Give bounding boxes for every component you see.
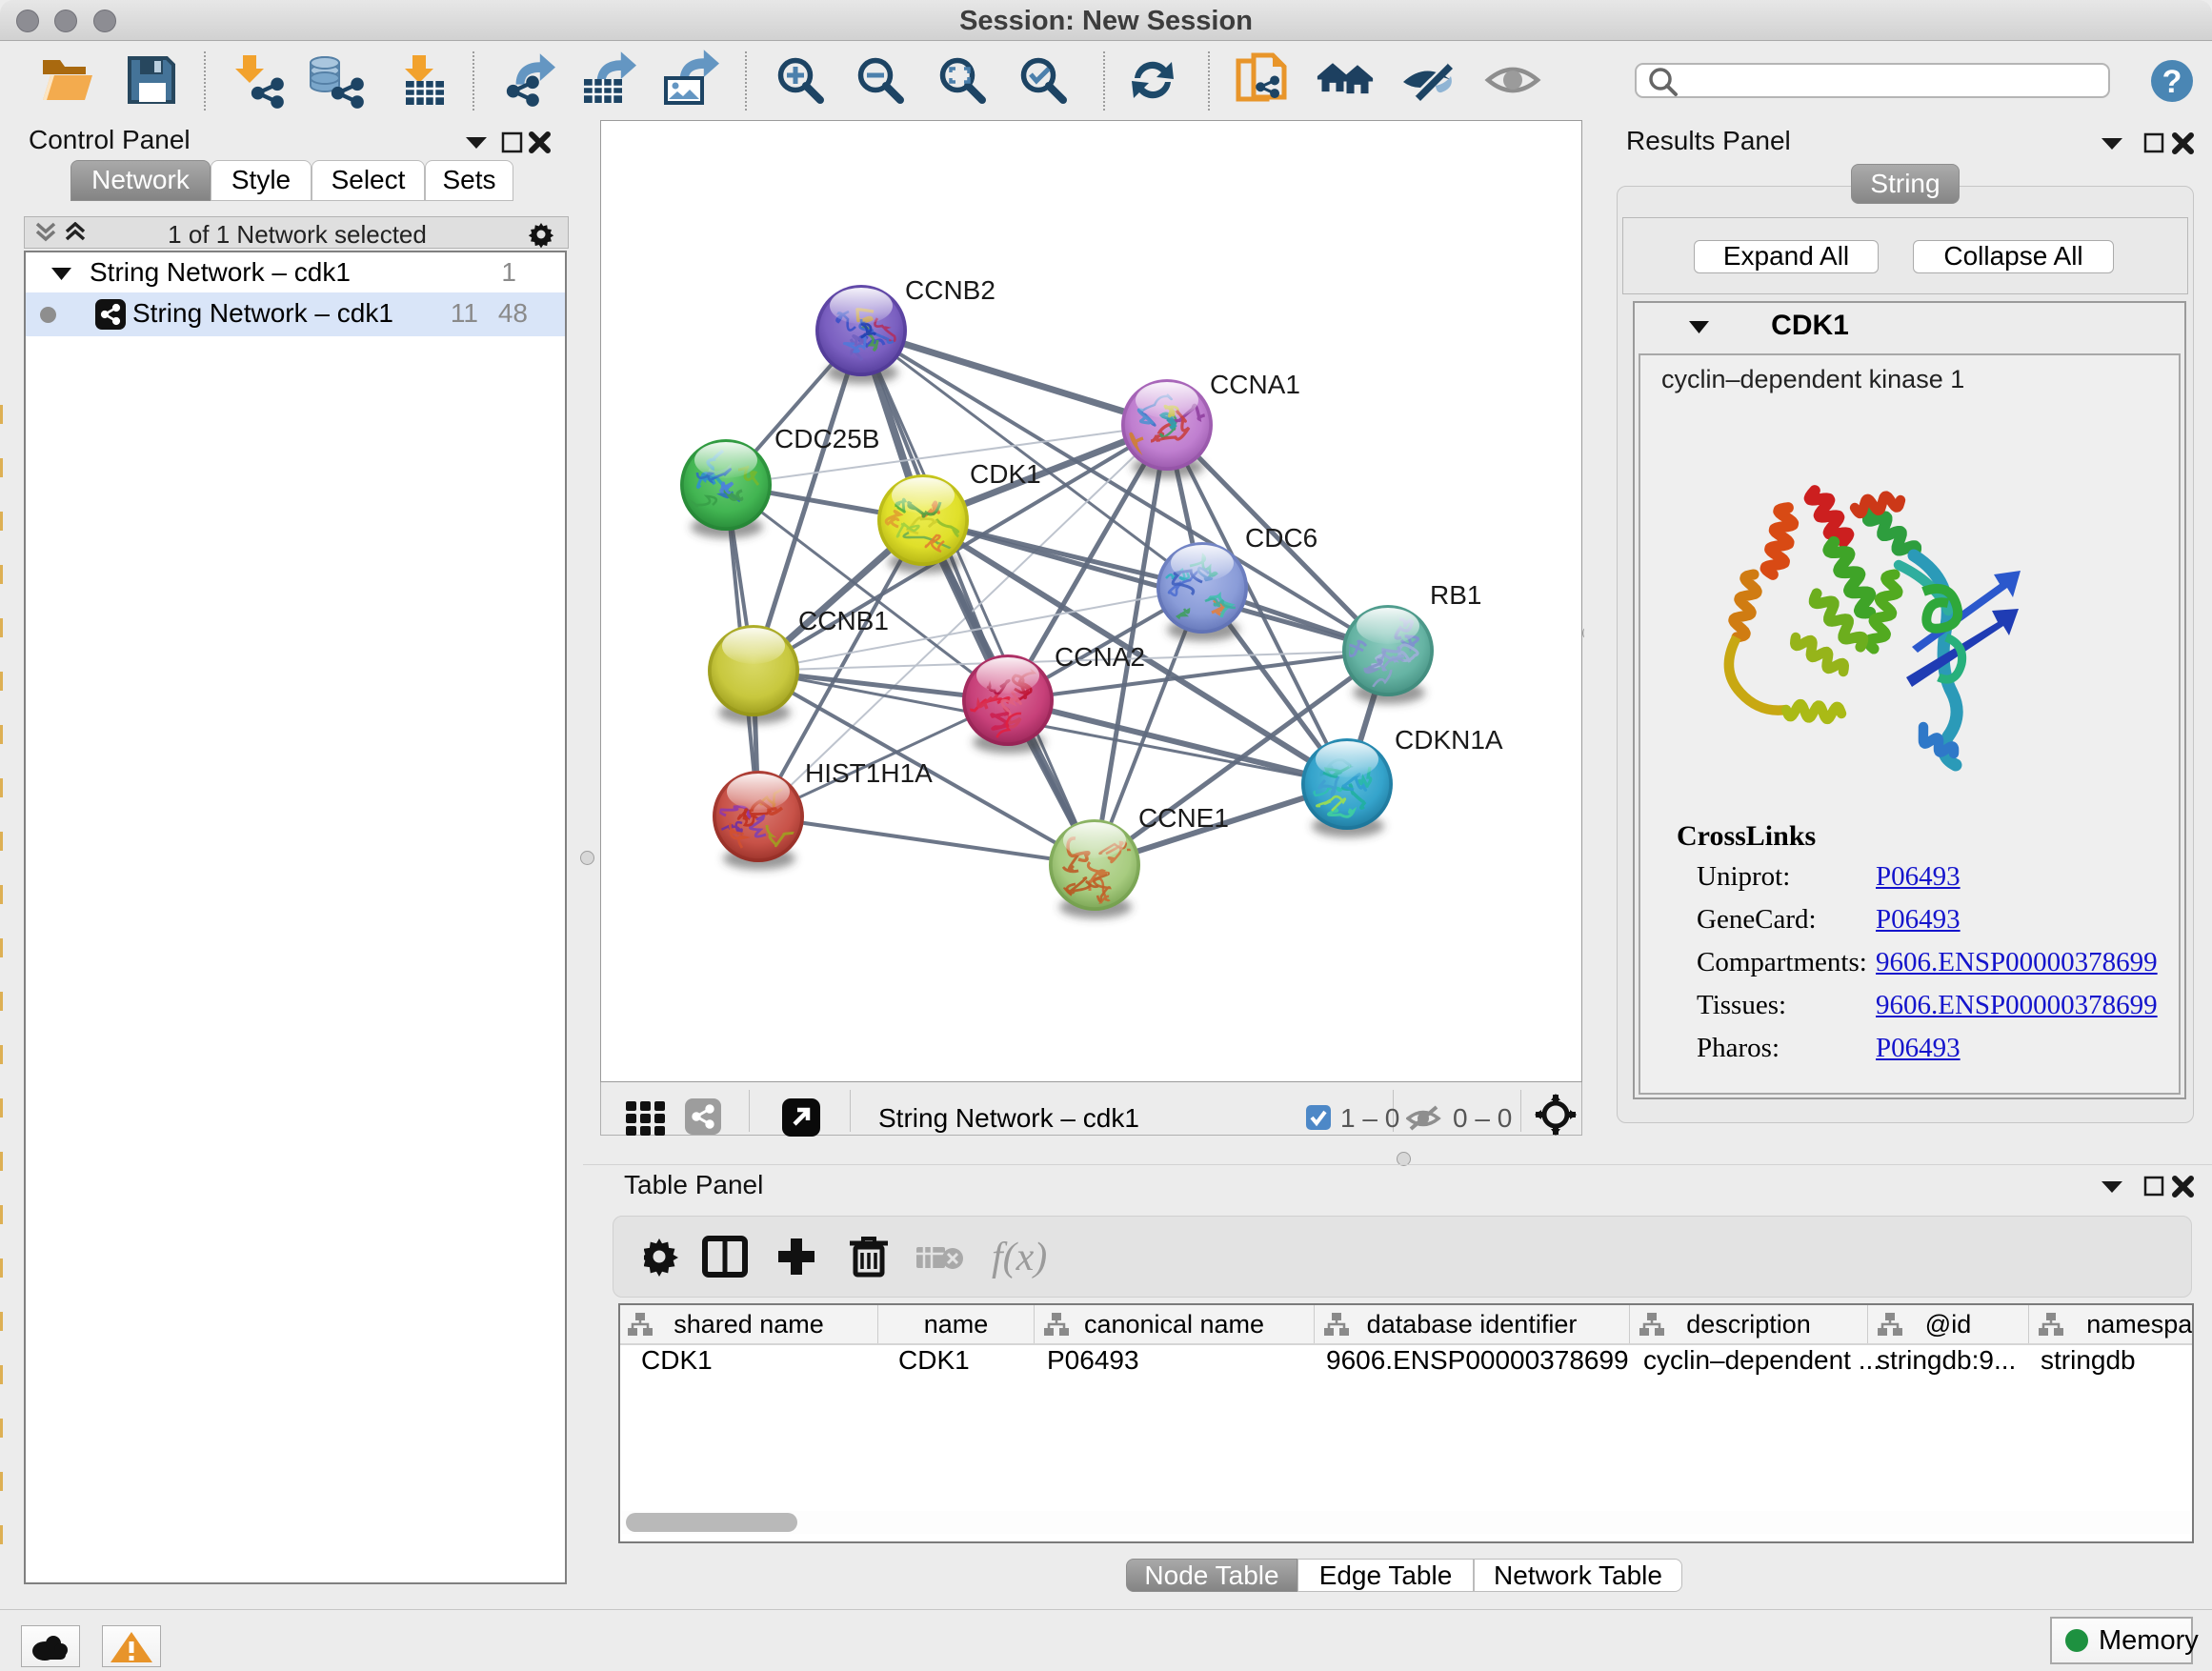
svg-text:CCNA2: CCNA2	[1055, 642, 1145, 672]
svg-text:RB1: RB1	[1430, 580, 1481, 610]
svg-text:CDK1: CDK1	[970, 459, 1041, 489]
svg-text:CCNE1: CCNE1	[1138, 803, 1229, 833]
svg-text:CDC6: CDC6	[1245, 523, 1317, 553]
svg-text:HIST1H1A: HIST1H1A	[805, 758, 933, 788]
svg-text:CDC25B: CDC25B	[774, 424, 879, 453]
svg-text:CDKN1A: CDKN1A	[1395, 725, 1503, 755]
svg-text:f(x): f(x)	[992, 1236, 1047, 1279]
svg-text:CCNB2: CCNB2	[905, 275, 995, 305]
svg-text:?: ?	[2162, 64, 2182, 100]
svg-text:CCNB1: CCNB1	[798, 606, 889, 635]
svg-text:CCNA1: CCNA1	[1210, 370, 1300, 399]
